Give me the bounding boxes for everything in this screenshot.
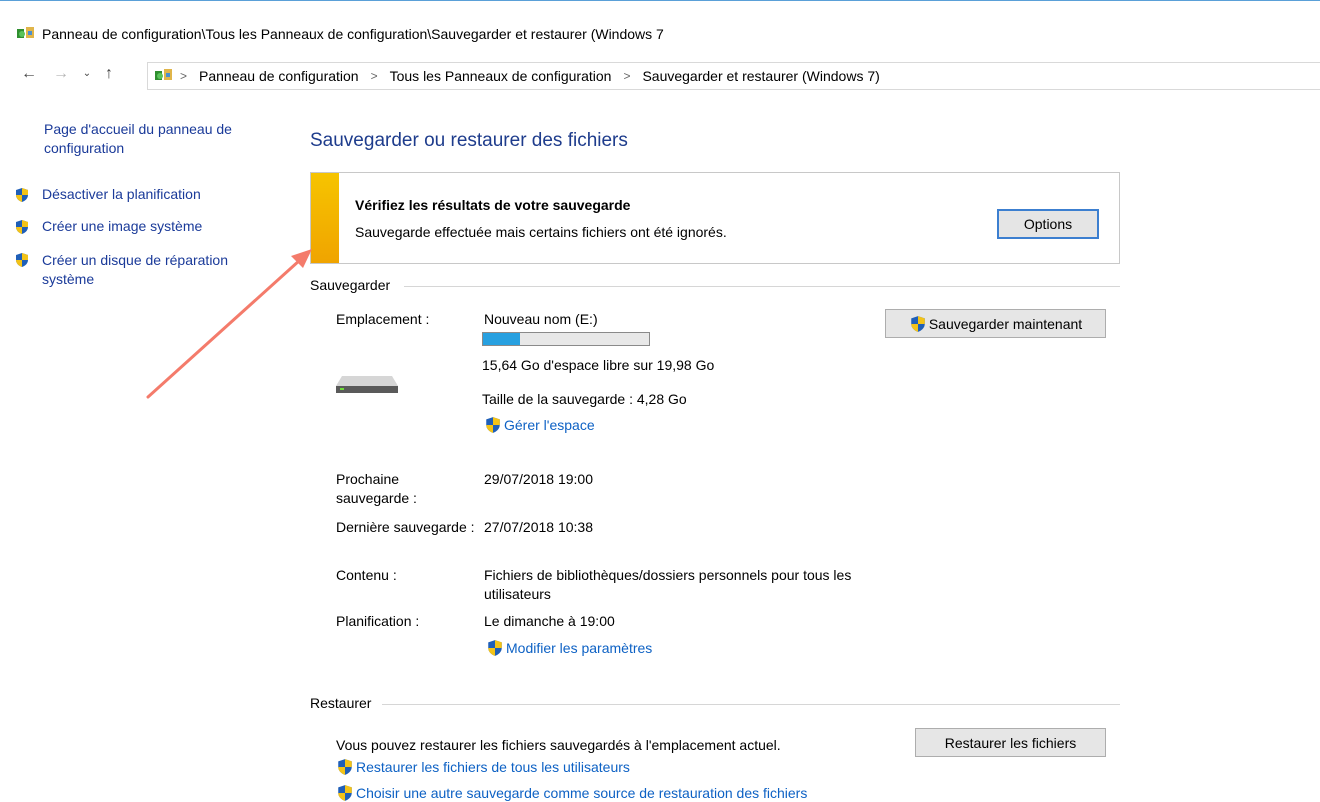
sidebar-item-label[interactable]: Créer un disque de réparation système xyxy=(42,251,262,289)
breadcrumb-control-panel[interactable]: Panneau de configuration xyxy=(199,68,359,84)
schedule-label: Planification : xyxy=(336,613,420,629)
next-backup-label: Prochaine sauvegarde : xyxy=(336,471,417,506)
chevron-right-icon: > xyxy=(623,69,631,83)
restore-all-users-link-row[interactable]: Restaurer les fichiers de tous les utili… xyxy=(336,758,630,776)
control-panel-icon xyxy=(17,27,34,38)
address-bar[interactable]: > Panneau de configuration > Tous les Pa… xyxy=(147,62,1320,90)
banner-title: Vérifiez les résultats de votre sauvegar… xyxy=(355,197,631,213)
sidebar-item-label[interactable]: Créer une image système xyxy=(42,218,202,234)
uac-shield-icon xyxy=(14,252,30,268)
recent-locations-chevron-icon[interactable]: ⌄ xyxy=(78,68,96,79)
location-value: Nouveau nom (E:) xyxy=(484,311,598,327)
sidebar-item-disable-schedule[interactable]: Désactiver la planification xyxy=(14,186,201,203)
breadcrumb-backup-restore[interactable]: Sauvegarder et restaurer (Windows 7) xyxy=(642,68,879,84)
window-top-border xyxy=(0,0,1320,1)
back-arrow-icon[interactable]: ← xyxy=(20,65,38,83)
forward-arrow-icon[interactable]: → xyxy=(52,65,70,83)
disk-usage-bar xyxy=(482,332,650,346)
uac-shield-icon xyxy=(336,758,354,776)
free-space-text: 15,64 Go d'espace libre sur 19,98 Go xyxy=(482,357,715,373)
restore-section-label: Restaurer xyxy=(310,695,372,711)
window-title: Panneau de configuration\Tous les Pannea… xyxy=(42,26,664,42)
manage-space-link[interactable]: Gérer l'espace xyxy=(504,417,595,433)
uac-shield-icon xyxy=(336,784,354,802)
choose-backup-link[interactable]: Choisir une autre sauvegarde comme sourc… xyxy=(356,785,807,801)
restore-message: Vous pouvez restaurer les fichiers sauve… xyxy=(336,737,781,753)
control-panel-icon xyxy=(155,69,172,80)
warning-stripe xyxy=(311,173,339,263)
restore-all-users-link[interactable]: Restaurer les fichiers de tous les utili… xyxy=(356,759,630,775)
uac-shield-icon xyxy=(484,416,502,434)
section-divider xyxy=(404,286,1120,287)
sidebar-item-label[interactable]: Désactiver la planification xyxy=(42,186,201,202)
disk-usage-fill xyxy=(483,333,520,345)
banner-message: Sauvegarde effectuée mais certains fichi… xyxy=(355,224,727,240)
chevron-right-icon: > xyxy=(180,69,188,83)
contents-value: Fichiers de bibliothèques/dossiers perso… xyxy=(484,567,852,602)
change-settings-link-row[interactable]: Modifier les paramètres xyxy=(486,639,652,657)
section-divider xyxy=(382,704,1120,705)
sidebar-home-link[interactable]: Page d'accueil du panneau de configurati… xyxy=(44,120,274,158)
page-title: Sauvegarder ou restaurer des fichiers xyxy=(310,130,628,151)
uac-shield-icon xyxy=(14,187,30,203)
options-button[interactable]: Options xyxy=(997,209,1099,239)
backup-now-button[interactable]: Sauvegarder maintenant xyxy=(885,309,1106,338)
contents-label: Contenu : xyxy=(336,567,397,583)
chevron-right-icon: > xyxy=(370,69,378,83)
uac-shield-icon xyxy=(486,639,504,657)
last-backup-label: Dernière sauvegarde : xyxy=(336,519,475,535)
sidebar-item-create-system-image[interactable]: Créer une image système xyxy=(14,218,202,235)
sidebar-item-create-repair-disc[interactable]: Créer un disque de réparation système xyxy=(14,251,264,289)
uac-shield-icon xyxy=(909,315,927,333)
navigation-bar: ← → ⌄ ↑ > Panneau de configuration > Tou… xyxy=(0,60,1320,90)
annotation-arrow-head xyxy=(291,249,312,268)
drive-icon xyxy=(336,376,398,393)
manage-space-link-row[interactable]: Gérer l'espace xyxy=(484,416,595,434)
uac-shield-icon xyxy=(14,219,30,235)
schedule-value: Le dimanche à 19:00 xyxy=(484,613,615,629)
backup-size-text: Taille de la sauvegarde : 4,28 Go xyxy=(482,391,687,407)
last-backup-value: 27/07/2018 10:38 xyxy=(484,519,593,535)
change-settings-link[interactable]: Modifier les paramètres xyxy=(506,640,652,656)
choose-backup-link-row[interactable]: Choisir une autre sauvegarde comme sourc… xyxy=(336,784,807,802)
backup-section-label: Sauvegarder xyxy=(310,277,391,293)
backup-now-button-label: Sauvegarder maintenant xyxy=(928,315,1083,332)
restore-files-button[interactable]: Restaurer les fichiers xyxy=(915,728,1106,757)
next-backup-value: 29/07/2018 19:00 xyxy=(484,471,593,487)
up-arrow-icon[interactable]: ↑ xyxy=(100,65,118,83)
breadcrumb-all-control-panels[interactable]: Tous les Panneaux de configuration xyxy=(390,68,612,84)
location-label: Emplacement : xyxy=(336,311,430,327)
backup-result-banner: Vérifiez les résultats de votre sauvegar… xyxy=(310,172,1120,264)
window-title-bar: Panneau de configuration\Tous les Pannea… xyxy=(16,24,664,44)
